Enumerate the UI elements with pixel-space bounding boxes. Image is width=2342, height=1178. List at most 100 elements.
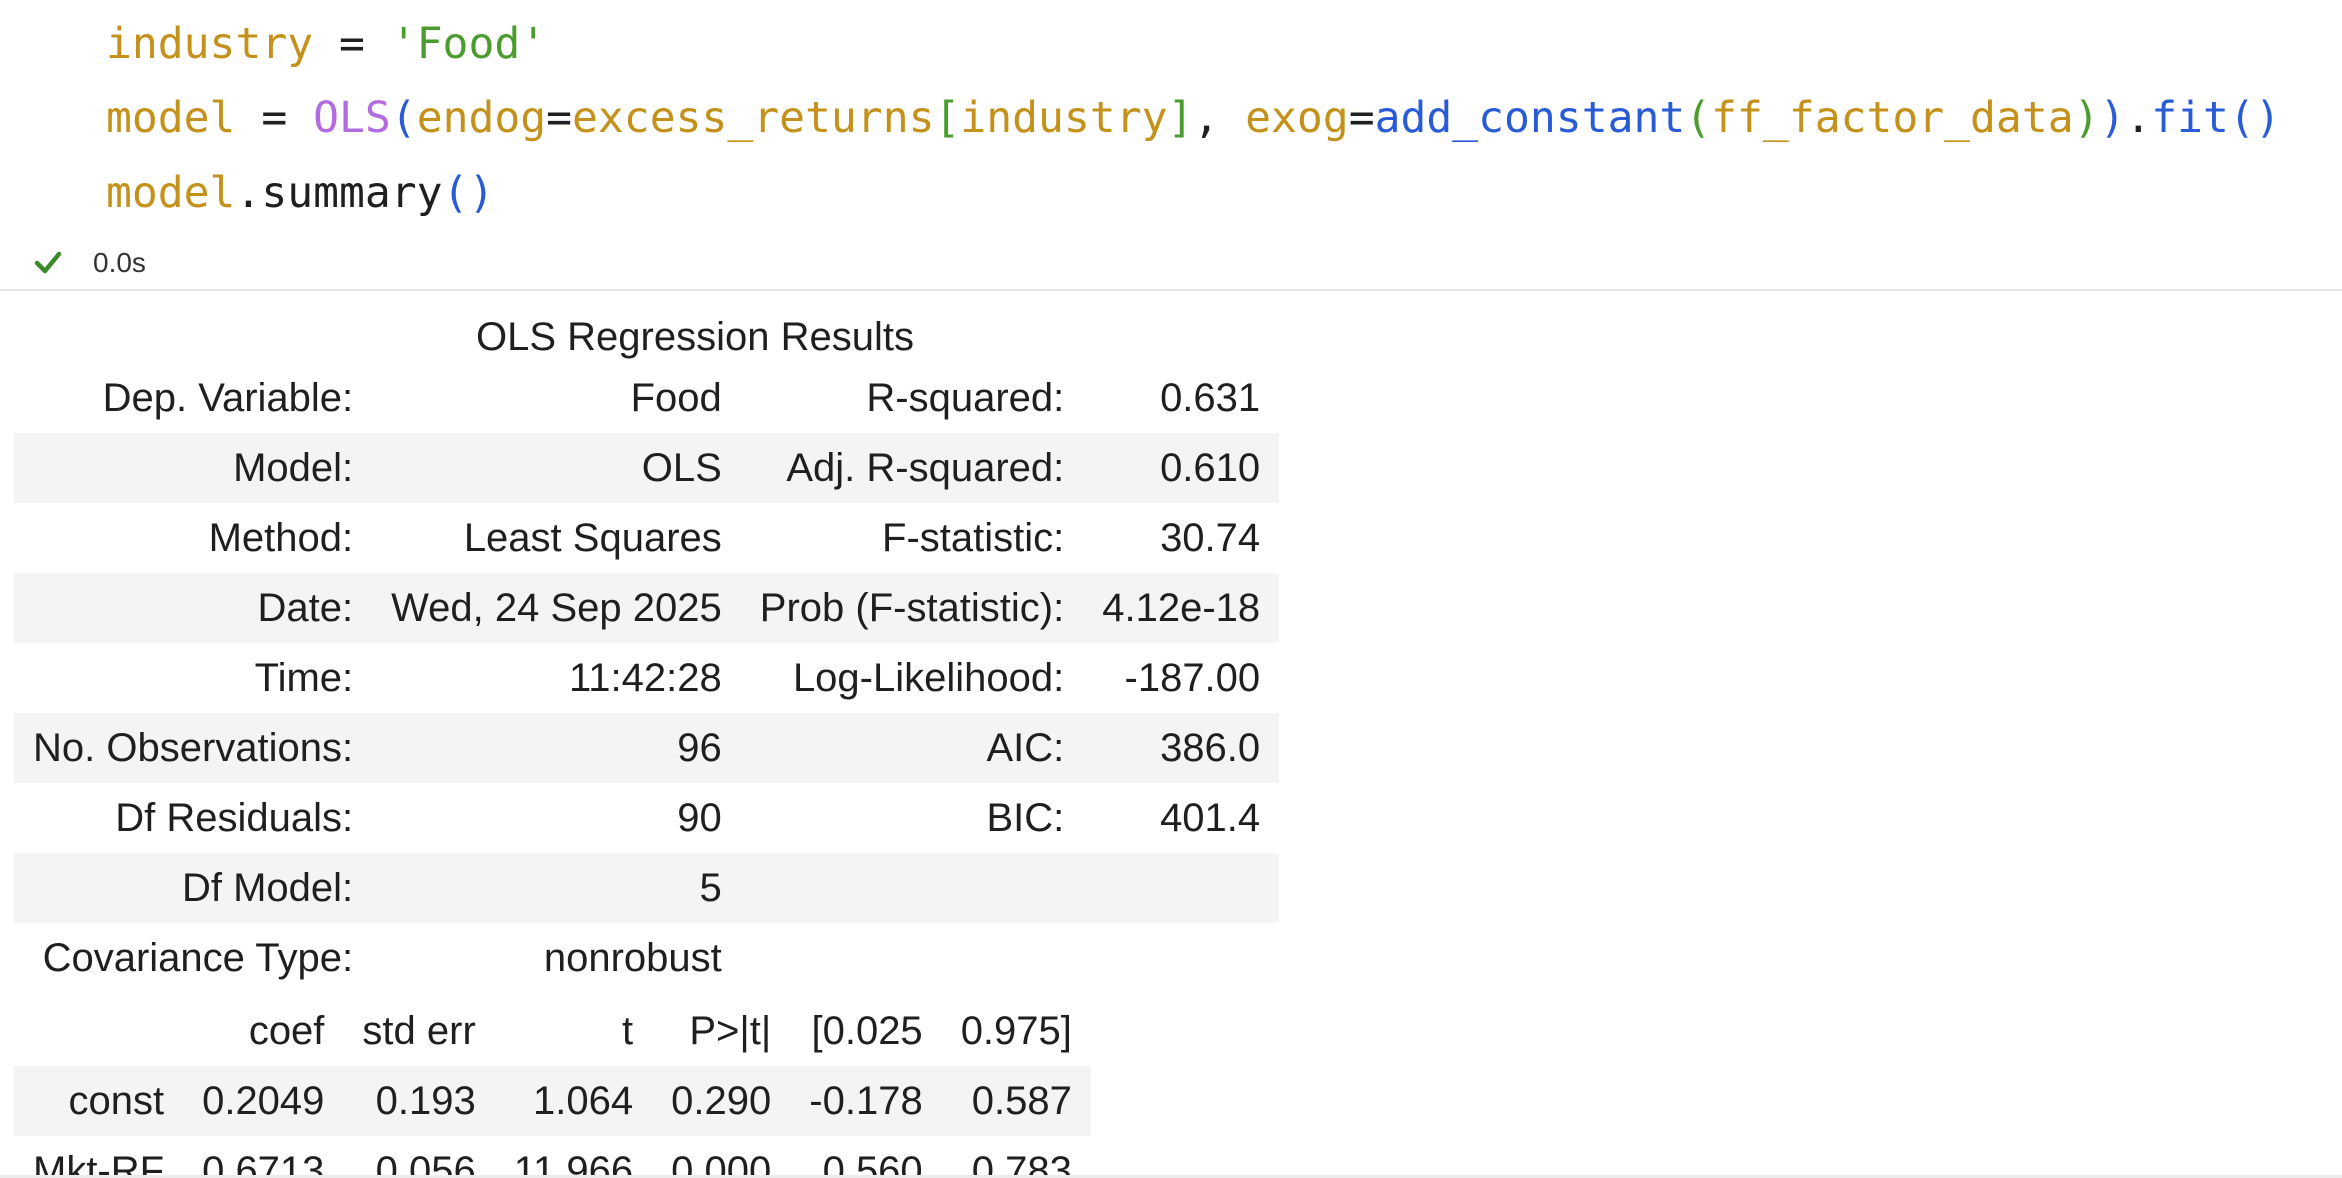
stat-value	[1083, 853, 1280, 923]
info-row: Date: Wed, 24 Sep 2025 Prob (F-statistic):…	[14, 573, 1280, 643]
info-row: Method: Least Squares F-statistic: 30.74	[14, 503, 1279, 573]
coef-column-header: std err	[362, 1008, 476, 1053]
info-value: 96	[372, 713, 741, 783]
stat-label: Log-Likelihood:	[792, 655, 1065, 700]
code-token: excess_returns	[572, 93, 935, 143]
info-label: No. Observations:	[14, 713, 373, 783]
coef-value: 1.064	[494, 1066, 653, 1136]
stat-value: 0.610	[1083, 433, 1280, 503]
code-token: industry	[960, 93, 1168, 143]
info-value: 90	[677, 795, 722, 840]
code-token: ff_factor_data	[1711, 93, 2074, 143]
code-token: (	[390, 93, 417, 143]
coef-value: -0.178	[790, 1066, 942, 1136]
code-token: endog	[416, 93, 547, 143]
code-token: )	[2099, 93, 2126, 143]
coef-value: 0.2049	[183, 1066, 344, 1136]
code-token: .summary	[235, 168, 443, 218]
stat-label: R-squared:	[866, 375, 1065, 420]
coef-column-header: t	[622, 1008, 634, 1053]
execution-status: 0.0s	[0, 238, 2342, 288]
coef-variable: Mkt-RF	[33, 1148, 165, 1178]
coef-column-header	[14, 996, 183, 1066]
info-row: Df Residuals: 90 BIC: 401.4	[14, 783, 1279, 853]
code-token: [	[934, 93, 961, 143]
stat-label: BIC:	[986, 795, 1065, 840]
coef-column-header: P>|t|	[689, 1008, 772, 1053]
info-label: Method:	[208, 515, 354, 560]
code-cell[interactable]: industry = 'Food' model = OLS(endog=exce…	[0, 0, 2342, 288]
coef-value: 0.056	[375, 1148, 476, 1178]
coef-column-header: coef	[248, 1008, 325, 1053]
code-token: ,	[1193, 93, 1246, 143]
stat-value	[1083, 923, 1279, 993]
stat-label: Adj. R-squared:	[740, 433, 1084, 503]
coef-value: 0.193	[343, 1066, 495, 1136]
coef-value: 0.000	[671, 1148, 772, 1178]
code-token: =	[1348, 93, 1375, 143]
code-token: model	[106, 168, 236, 218]
stat-label: F-statistic:	[882, 515, 1065, 560]
stat-label: Prob (F-statistic):	[740, 573, 1084, 643]
info-value: Least Squares	[463, 515, 722, 560]
code-token: =	[546, 93, 573, 143]
coefficients-table: coef std err t P>|t| [0.025 0.975] const 0.204…	[14, 996, 1091, 1178]
info-row: Covariance Type: nonrobust	[14, 923, 1279, 993]
code-token: add_constant	[1374, 93, 1686, 143]
cell-output: OLS Regression Results Dep. Variable: Foo…	[0, 291, 2342, 1178]
code-token: =	[235, 93, 314, 143]
info-value: 5	[372, 853, 741, 923]
stat-value: 0.631	[1160, 375, 1261, 420]
coef-value: 0.783	[971, 1148, 1072, 1178]
coef-row: const 0.2049 0.193 1.064 0.290 -0.178 0.587	[14, 1066, 1091, 1136]
stat-value: 386.0	[1083, 713, 1280, 783]
info-label: Date:	[14, 573, 373, 643]
info-row: Time: 11:42:28 Log-Likelihood: -187.00	[14, 643, 1279, 713]
code-token: model	[106, 93, 236, 143]
code-token: .	[2125, 93, 2152, 143]
code-token: ()	[442, 168, 495, 218]
coef-column-header: [0.025	[811, 1008, 923, 1053]
code-token: exog	[1245, 93, 1349, 143]
coef-column-header: 0.975]	[960, 1008, 1072, 1053]
code-token: OLS	[313, 93, 391, 143]
code-line-3[interactable]: model.summary()	[106, 163, 494, 223]
code-line-1[interactable]: industry = 'Food'	[106, 14, 546, 74]
info-label: Model:	[14, 433, 373, 503]
coef-row: Mkt-RF 0.6713 0.056 11.966 0.000 0.560 0.783	[14, 1136, 1091, 1178]
info-label: Df Model:	[14, 853, 373, 923]
execution-time: 0.0s	[93, 247, 146, 278]
checkmark-icon	[34, 251, 62, 274]
stat-value: 30.74	[1160, 515, 1261, 560]
code-token: =	[313, 19, 391, 69]
code-token: 'Food'	[390, 19, 547, 69]
stat-value: 4.12e-18	[1083, 573, 1280, 643]
info-row: No. Observations: 96 AIC: 386.0	[14, 713, 1280, 783]
info-label: Dep. Variable:	[102, 375, 354, 420]
stat-label	[741, 923, 1083, 993]
coef-value: 0.587	[941, 1066, 1091, 1136]
stat-value: 401.4	[1160, 795, 1261, 840]
coef-value: 0.560	[822, 1148, 923, 1178]
info-row: Dep. Variable: Food R-squared: 0.631	[14, 363, 1279, 433]
code-token: ()	[2228, 93, 2281, 143]
coef-value: 11.966	[513, 1148, 634, 1178]
coef-value: 0.290	[652, 1066, 791, 1136]
coef-header-row: coef std err t P>|t| [0.025 0.975]	[14, 996, 1091, 1066]
info-label: Df Residuals:	[115, 795, 354, 840]
code-token: ]	[1167, 93, 1194, 143]
code-line-2[interactable]: model = OLS(endog=excess_returns[industr…	[106, 88, 2281, 148]
stat-label	[740, 853, 1084, 923]
summary-title: OLS Regression Results	[476, 315, 914, 359]
coef-value: 0.6713	[202, 1148, 325, 1178]
info-value: OLS	[372, 433, 741, 503]
code-token: (	[1685, 93, 1712, 143]
code-token: fit	[2151, 93, 2229, 143]
code-token: industry	[106, 19, 314, 69]
info-row: Model: OLS Adj. R-squared: 0.610	[14, 433, 1280, 503]
info-value: Wed, 24 Sep 2025	[372, 573, 741, 643]
coef-variable: const	[14, 1066, 184, 1136]
stat-value: -187.00	[1124, 655, 1261, 700]
info-value: nonrobust	[543, 935, 722, 980]
code-token: )	[2073, 93, 2100, 143]
